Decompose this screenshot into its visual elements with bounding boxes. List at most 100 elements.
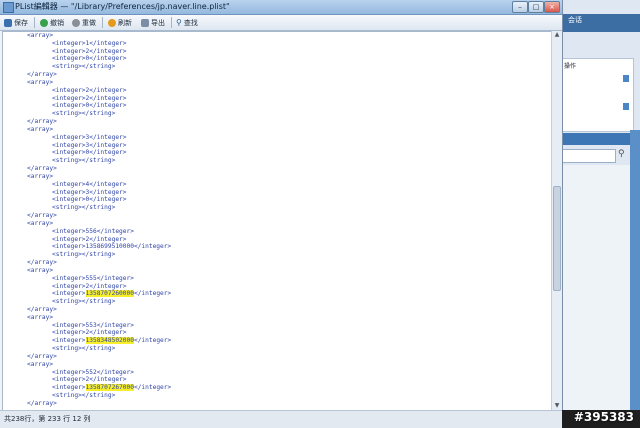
background-panel-label: 操作: [564, 63, 577, 70]
scroll-up-arrow-icon[interactable]: ▲: [553, 31, 561, 39]
redo-icon: [72, 18, 80, 27]
code-line: <integer>1</integer>: [52, 39, 127, 47]
code-line: <array>: [27, 219, 54, 227]
code-line: <integer>556</integer>: [52, 227, 134, 235]
export-label: 导出: [151, 18, 165, 27]
code-line: <integer>2</integer>: [52, 94, 127, 102]
refresh-icon: [108, 18, 116, 27]
code-line: <string></string>: [52, 298, 116, 306]
refresh-button[interactable]: 刷新: [108, 17, 132, 28]
code-line: <integer>3</integer>: [52, 141, 127, 149]
maximize-button[interactable]: □: [528, 1, 544, 13]
window-title: PList編輯器 — "/Library/Preferences/jp.nave…: [15, 2, 230, 11]
toolbar-separator: [102, 17, 103, 28]
redo-label: 重做: [82, 18, 96, 27]
background-window-title: 会话: [568, 16, 582, 24]
code-line: <integer>2</integer>: [52, 376, 127, 384]
code-line: <string></string>: [52, 392, 116, 400]
code-line: <integer>555</integer>: [52, 274, 134, 282]
code-line: </array>: [27, 352, 57, 360]
code-line: <string></string>: [52, 345, 116, 353]
search-highlight: 1358348502000: [85, 337, 134, 345]
background-window-titlebar: 会话: [560, 14, 640, 32]
redo-button[interactable]: 重做: [72, 17, 96, 28]
background-search-input[interactable]: [562, 149, 616, 163]
export-button[interactable]: 导出: [141, 17, 165, 28]
search-highlight: 1358707260000: [85, 290, 134, 298]
code-line: <integer>553</integer>: [52, 321, 134, 329]
background-window-panel: 操作: [560, 58, 634, 132]
search-icon: ⚲: [176, 18, 182, 27]
code-line: <string></string>: [52, 110, 116, 118]
code-line: <integer>2</integer>: [52, 235, 127, 243]
save-button[interactable]: 保存: [4, 17, 28, 28]
code-line: <array>: [27, 125, 54, 133]
close-button[interactable]: ×: [544, 1, 560, 13]
code-line: <string></string>: [52, 204, 116, 212]
code-line: </array>: [27, 118, 57, 126]
code-line: </array>: [27, 305, 57, 313]
minimize-button[interactable]: –: [512, 1, 528, 13]
search-highlight: 1358707267000: [85, 384, 134, 392]
code-line: <array>: [27, 360, 54, 368]
undo-label: 撤销: [50, 18, 64, 27]
cursor-position-status: 共238行，第 233 行 12 列: [4, 415, 91, 423]
code-line: <integer>1358699510000</integer>: [52, 243, 172, 251]
code-line: </array>: [27, 71, 57, 79]
panel-action-button[interactable]: [623, 103, 629, 110]
code-line: <integer>3</integer>: [52, 133, 127, 141]
background-subwindow-body: [560, 165, 632, 410]
search-icon[interactable]: ⚲: [618, 149, 625, 159]
find-button[interactable]: ⚲ 查找: [176, 17, 198, 28]
code-line: <string></string>: [52, 63, 116, 71]
code-line: <integer>3</integer>: [52, 188, 127, 196]
code-line: <integer>0</integer>: [52, 196, 127, 204]
code-line: <integer>0</integer>: [52, 55, 127, 63]
scrollbar-thumb[interactable]: [553, 186, 561, 291]
code-line: <integer>2</integer>: [52, 329, 127, 337]
code-line: <integer>2</integer>: [52, 47, 127, 55]
code-line: <integer>1358707260000</integer>: [52, 290, 172, 298]
plist-editor-window: PList編輯器 — "/Library/Preferences/jp.nave…: [0, 0, 562, 428]
code-line: </array>: [27, 212, 57, 220]
code-line: <integer>4</integer>: [52, 180, 127, 188]
panel-action-button[interactable]: [623, 75, 629, 82]
code-line: <integer>1358707267000</integer>: [52, 384, 172, 392]
code-lines: <array> <integer>1</integer> <integer>2</i…: [27, 32, 171, 408]
code-line: <array>: [27, 172, 54, 180]
code-line: <integer>2</integer>: [52, 86, 127, 94]
code-line: <integer>0</integer>: [52, 149, 127, 157]
toolbar: 保存 撤销 重做 刷新 导出 ⚲ 查找: [0, 15, 562, 31]
code-line: <integer>552</integer>: [52, 368, 134, 376]
undo-icon: [40, 18, 48, 27]
code-line: <integer>1358348502000</integer>: [52, 337, 172, 345]
code-line: <string></string>: [52, 251, 116, 259]
background-subwindow-titlebar: [560, 133, 640, 145]
save-icon: [4, 18, 12, 27]
status-bar: 共238行，第 233 行 12 列: [0, 410, 562, 428]
code-line: </array>: [27, 259, 57, 267]
export-icon: [141, 18, 149, 27]
toolbar-separator: [34, 17, 35, 28]
background-window: 会话 操作 ⚲: [560, 0, 640, 410]
find-label: 查找: [183, 18, 198, 27]
code-line: <integer>2</integer>: [52, 282, 127, 290]
refresh-label: 刷新: [118, 18, 132, 27]
watermark: #395383: [573, 410, 634, 424]
code-line: <integer>0</integer>: [52, 102, 127, 110]
toolbar-separator: [171, 17, 172, 28]
undo-button[interactable]: 撤销: [40, 17, 64, 28]
code-line: <array>: [27, 32, 54, 39]
code-line: <array>: [27, 313, 54, 321]
code-editor[interactable]: <array> <integer>1</integer> <integer>2</i…: [2, 31, 553, 411]
app-icon: [3, 2, 14, 13]
code-line: </array>: [27, 165, 57, 173]
save-label: 保存: [14, 18, 28, 27]
vertical-scrollbar[interactable]: ▲ ▼: [551, 31, 562, 410]
code-line: <string></string>: [52, 157, 116, 165]
code-line: <array>: [27, 78, 54, 86]
scroll-down-arrow-icon[interactable]: ▼: [553, 402, 561, 410]
background-window-border: [630, 130, 640, 410]
code-line: <array>: [27, 266, 54, 274]
title-bar[interactable]: PList編輯器 — "/Library/Preferences/jp.nave…: [0, 0, 562, 15]
